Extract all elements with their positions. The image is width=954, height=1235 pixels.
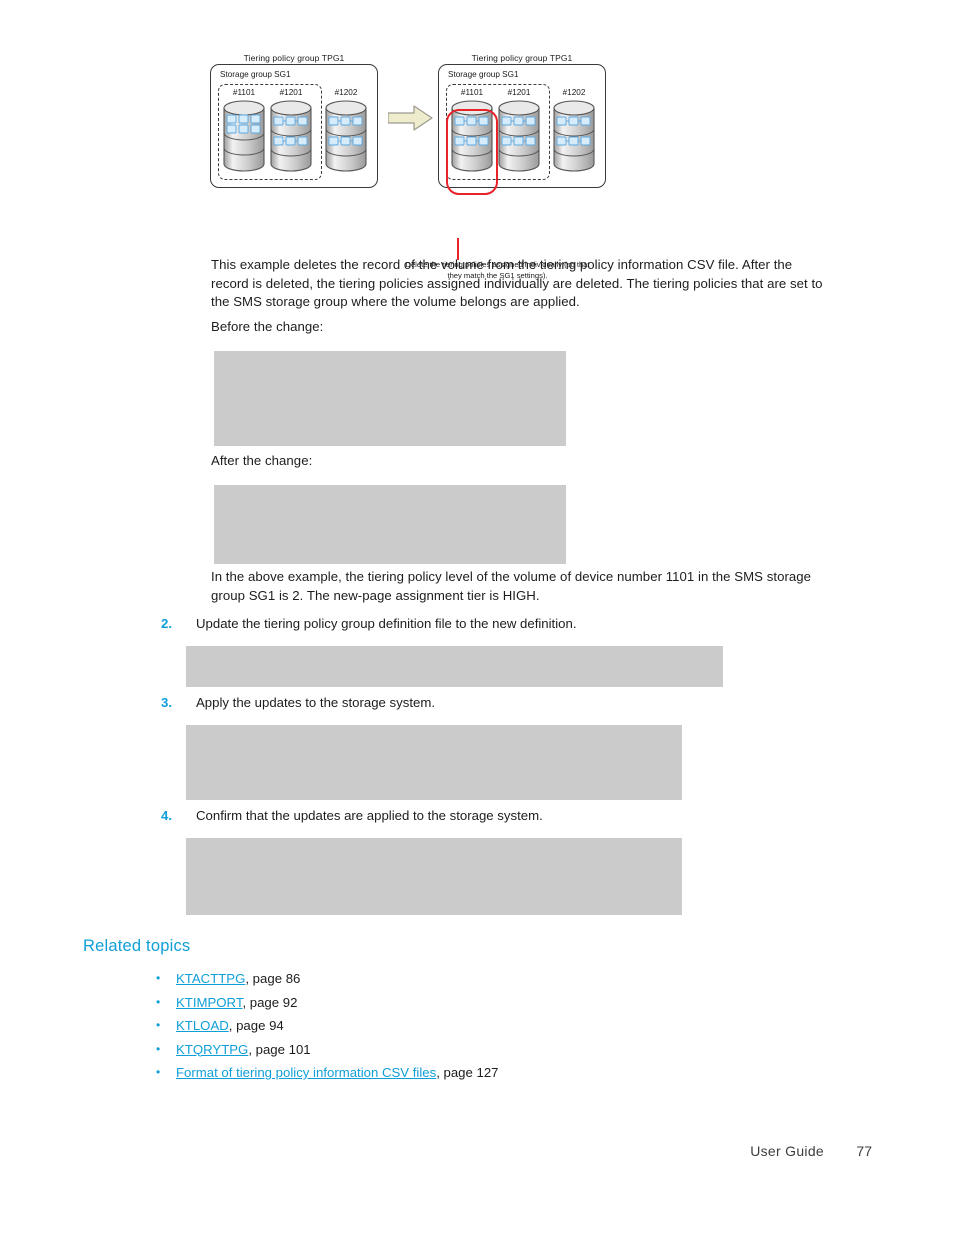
- step-text: Confirm that the updates are applied to …: [196, 808, 543, 823]
- related-page-ref: , page 94: [228, 1018, 284, 1033]
- step-text: Apply the updates to the storage system.: [196, 695, 435, 710]
- list-item-body: KTIMPORT, page 92: [176, 991, 297, 1015]
- before-change-code-block: [214, 351, 566, 446]
- diagram-panel-before: Tiering policy group TPG1 Storage group …: [210, 52, 378, 188]
- list-item-body: KTQRYTPG, page 101: [176, 1038, 311, 1062]
- list-item: • Format of tiering policy information C…: [156, 1061, 796, 1085]
- storage-group-label-after: Storage group SG1: [448, 70, 519, 79]
- tiering-policy-figure: Tiering policy group TPG1 Storage group …: [210, 52, 630, 280]
- summary-paragraph: In the above example, the tiering policy…: [211, 569, 812, 603]
- list-item-body: KTLOAD, page 94: [176, 1014, 284, 1038]
- volume-label: #1201: [507, 88, 531, 97]
- related-topics-heading: Related topics: [83, 937, 191, 955]
- list-item: • KTQRYTPG, page 101: [156, 1038, 796, 1062]
- cylinder-icon: [497, 99, 541, 173]
- diagram-panel-after: Tiering policy group TPG1 Storage group …: [438, 52, 606, 195]
- tpg-title-after: Tiering policy group TPG1: [471, 53, 573, 63]
- list-item: • KTLOAD, page 94: [156, 1014, 796, 1038]
- volume-label: #1202: [334, 88, 358, 97]
- related-link-ktload[interactable]: KTLOAD: [176, 1018, 229, 1033]
- list-item: • KTIMPORT, page 92: [156, 991, 796, 1015]
- intro-paragraph: This example deletes the record of the v…: [211, 257, 823, 310]
- related-page-ref: , page 101: [248, 1041, 311, 1057]
- related-page-ref: , page 92: [242, 994, 298, 1010]
- transition-arrow-icon: [387, 104, 434, 132]
- related-link-ktacttpg[interactable]: KTACTTPG: [176, 971, 245, 986]
- step-2-code-block: [186, 646, 723, 687]
- page-footer: User Guide 77: [0, 1143, 954, 1165]
- volume-label: #1202: [562, 88, 586, 97]
- related-topics-list: • KTACTTPG, page 86 • KTIMPORT, page 92 …: [156, 967, 796, 1085]
- before-change-label: Before the change:: [211, 319, 324, 334]
- list-item-body: Format of tiering policy information CSV…: [176, 1061, 499, 1085]
- cylinder-icon: [324, 99, 368, 173]
- step-number: 4.: [161, 808, 172, 823]
- storage-group-label-before: Storage group SG1: [220, 70, 291, 79]
- cylinder-icon: [269, 99, 313, 173]
- volume-1202-before: #1202: [323, 87, 369, 173]
- footer-document-title: User Guide: [750, 1143, 824, 1159]
- volume-label: #1101: [232, 88, 256, 97]
- step-text: Update the tiering policy group definiti…: [196, 616, 577, 631]
- tpg-title-before: Tiering policy group TPG1: [243, 53, 345, 63]
- step-3-code-block: [186, 725, 682, 800]
- related-link-csv-format[interactable]: Format of tiering policy information CSV…: [176, 1065, 436, 1080]
- volume-1202-after: #1202: [551, 87, 597, 173]
- volume-1101-before: #1101: [221, 87, 267, 173]
- cylinder-icon: [222, 99, 266, 173]
- step-number: 3.: [161, 695, 172, 710]
- related-page-ref: , page 86: [245, 971, 301, 986]
- volume-1201-before: #1201: [268, 87, 314, 173]
- bullet-icon: •: [156, 1041, 161, 1056]
- volume-1201-after: #1201: [496, 87, 542, 173]
- list-item: • KTACTTPG, page 86: [156, 967, 796, 991]
- bullet-icon: •: [156, 994, 161, 1009]
- step-number: 2.: [161, 616, 172, 631]
- step-4-code-block: [186, 838, 682, 915]
- related-link-ktqrytpg[interactable]: KTQRYTPG: [176, 1042, 248, 1057]
- bullet-icon: •: [156, 971, 161, 985]
- bullet-icon: •: [156, 1065, 161, 1079]
- bullet-icon: •: [156, 1018, 161, 1032]
- tpg-box-before: Storage group SG1 #1101 #1201 #1202: [210, 64, 378, 188]
- after-change-code-block: [214, 485, 566, 564]
- volume-1101-after: #1101: [446, 87, 498, 195]
- related-page-ref: , page 127: [436, 1065, 499, 1080]
- related-link-ktimport[interactable]: KTIMPORT: [176, 995, 242, 1010]
- volume-label: #1201: [279, 88, 303, 97]
- cylinder-icon: [446, 99, 498, 195]
- footer-page-number: 77: [856, 1143, 872, 1159]
- list-item-body: KTACTTPG, page 86: [176, 967, 300, 991]
- volume-label: #1101: [460, 88, 484, 97]
- after-change-label: After the change:: [211, 453, 313, 468]
- cylinder-icon: [552, 99, 596, 173]
- tpg-box-after: Storage group SG1 #1101 #1201 #1202: [438, 64, 606, 195]
